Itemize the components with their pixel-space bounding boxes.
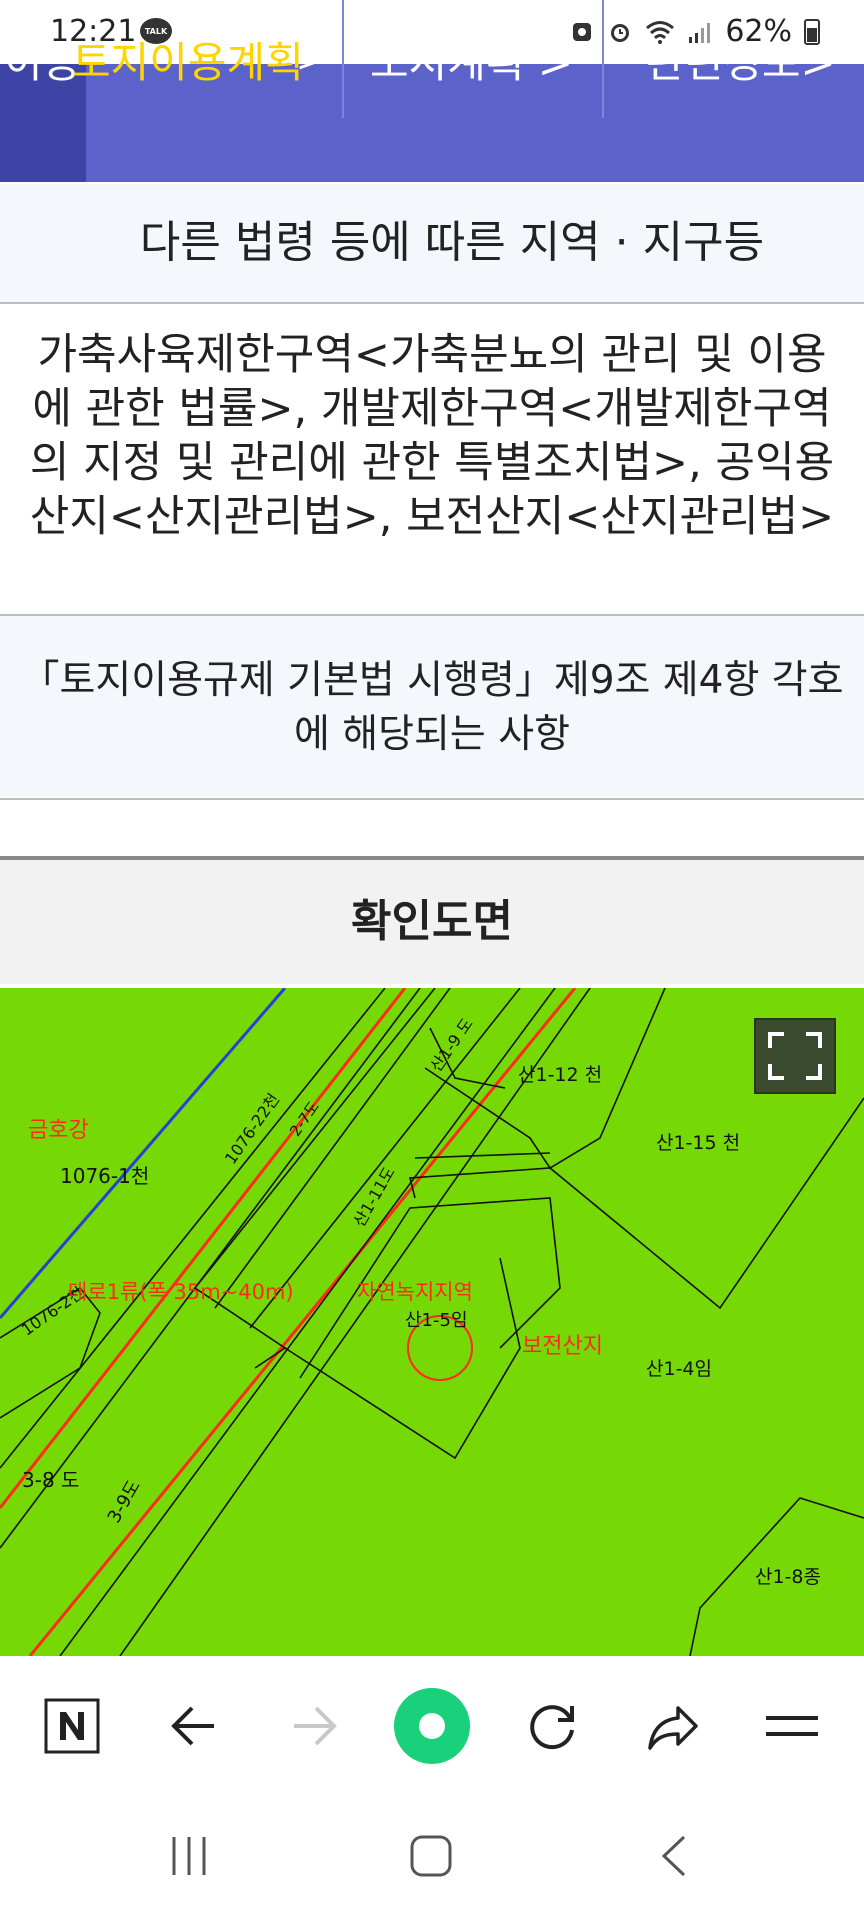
naver-home-button[interactable] <box>32 1686 112 1766</box>
chevron-right-icon: > <box>295 38 327 80</box>
refresh-button[interactable] <box>512 1686 592 1766</box>
system-back-button[interactable] <box>640 1826 710 1886</box>
home-button[interactable] <box>396 1826 466 1886</box>
tab-urban-plan[interactable]: 도시계획 > <box>344 0 604 118</box>
map-label-parcel: 산1-8종 <box>755 1566 821 1588</box>
browser-bottom-nav <box>0 1656 864 1796</box>
map-label-parcel: 3-8 도 <box>22 1468 80 1492</box>
tab-urban-plan-label: 도시계획 > <box>370 37 574 87</box>
forward-button[interactable] <box>274 1686 354 1766</box>
share-button[interactable] <box>632 1686 712 1766</box>
tab-related-info-label: 관련정보> <box>646 37 836 87</box>
tab-move-label: 이동 <box>4 37 82 87</box>
map-label-parcel: 1076-1천 <box>60 1164 150 1188</box>
map-section-title: 확인도면 <box>0 860 864 984</box>
map-label-parcel: 산1-5임 <box>405 1310 468 1331</box>
forward-arrow-icon <box>294 1706 337 1746</box>
other-laws-title: 다른 법령 등에 따른 지역 · 지구등 <box>0 184 864 302</box>
back-icon <box>661 1835 686 1877</box>
menu-icon <box>766 1716 818 1736</box>
map-label-zone: 보전산지 <box>522 1334 603 1359</box>
green-dot-icon <box>394 1688 470 1764</box>
other-laws-content: 가축사육제한구역<가축분뇨의 관리 및 이용에 관한 법률>, 개발제한구역<개… <box>29 330 835 542</box>
divider <box>0 798 864 800</box>
back-arrow-icon <box>171 1706 214 1746</box>
tab-land-use-plan-label: 토지이용계획 <box>72 37 304 87</box>
map-label-road-class: 대로1류(폭 35m~40m) <box>68 1280 294 1304</box>
menu-button[interactable] <box>752 1686 832 1766</box>
naver-home-icon <box>44 1698 100 1754</box>
green-dot-button[interactable] <box>392 1686 472 1766</box>
tab-related-info[interactable]: 관련정보> <box>604 0 864 118</box>
back-button[interactable] <box>154 1686 234 1766</box>
map-label-parcel: 산1-4임 <box>646 1358 712 1380</box>
map-label-river: 금호강 <box>28 1118 89 1143</box>
map-label-zone: 자연녹지지역 <box>357 1280 473 1304</box>
refresh-icon <box>530 1705 574 1750</box>
system-nav-bar <box>0 1796 864 1920</box>
home-icon <box>410 1835 452 1877</box>
share-icon <box>648 1706 698 1750</box>
confirmation-map[interactable]: 금호강 1076-1천 1076-2천 3-8 도 3-9도 대로1류(폭 35… <box>0 988 864 1656</box>
tab-land-use-plan[interactable]: 토지이용계획 > <box>72 0 344 118</box>
fullscreen-icon <box>768 1032 822 1080</box>
map-label-parcel: 산1-12 천 <box>518 1064 603 1086</box>
recent-apps-icon <box>172 1837 206 1875</box>
map-road-line <box>28 988 577 1656</box>
recent-apps-button[interactable] <box>154 1826 224 1886</box>
enforcement-title: 「토지이용규제 기본법 시행령」제9조 제4항 각호에 해당되는 사항 <box>0 616 864 796</box>
map-label-parcel: 산1-15 천 <box>656 1132 741 1154</box>
map-fullscreen-button[interactable] <box>754 1018 836 1094</box>
